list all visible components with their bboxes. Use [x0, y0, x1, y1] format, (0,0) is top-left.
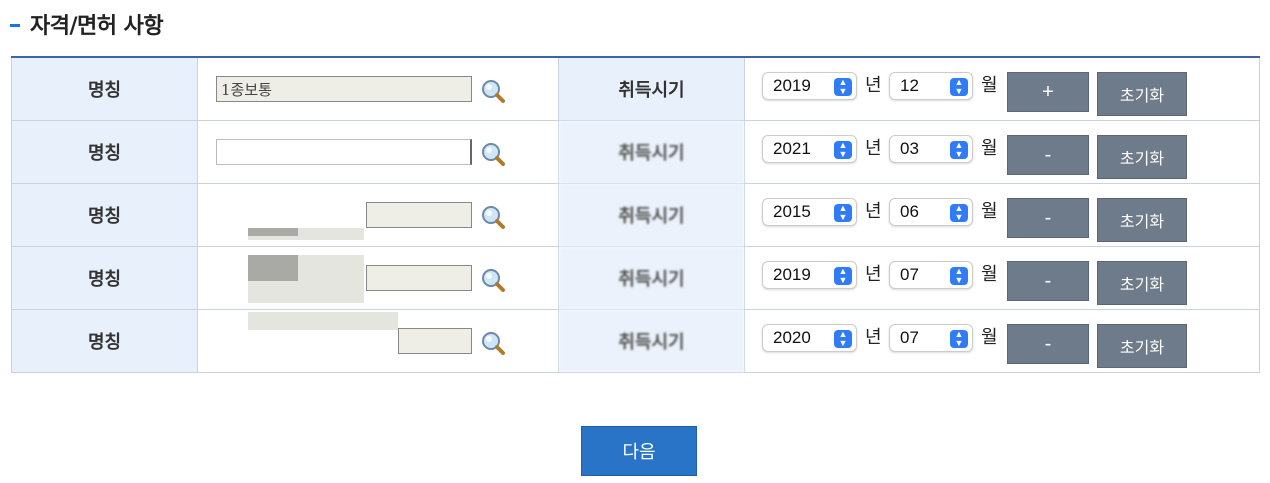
select-arrows-icon: ▲ ▼ [950, 78, 968, 96]
month-select[interactable]: 12 ▲ ▼ [889, 72, 973, 100]
name-label: 명칭 [11, 309, 198, 373]
month-unit: 월 [981, 75, 998, 96]
year-value: 2020 [773, 328, 811, 347]
month-value: 07 [900, 265, 919, 284]
month-unit: 월 [981, 201, 998, 222]
remove-row-button[interactable]: - [1007, 198, 1089, 238]
name-cell [197, 56, 559, 121]
date-label: 취득시기 [558, 56, 745, 121]
search-icon[interactable] [480, 204, 506, 230]
name-input[interactable] [366, 265, 472, 291]
remove-row-button[interactable]: - [1007, 324, 1089, 364]
year-value: 2021 [773, 139, 811, 158]
section-header: 자격/면허 사항 [10, 8, 164, 40]
table-row: 명칭 취득시기 2019 ▲▼ 년 12 ▲▼ 월 [11, 56, 1260, 121]
reset-button[interactable]: 초기화 [1097, 72, 1187, 116]
month-select[interactable]: 06 ▲ ▼ [889, 198, 973, 226]
name-cell [197, 246, 559, 310]
date-cell: 2015 ▲ ▼ 년 06 ▲ ▼ 월 - 초기화 [744, 183, 1260, 247]
remove-row-button[interactable]: - [1007, 261, 1089, 301]
year-unit: 년 [865, 201, 882, 222]
table-row: 명칭 취득시기 2020 ▲ ▼ 년 07 ▲ ▼ 월 - 초기화 [11, 309, 1260, 373]
reset-button[interactable]: 초기화 [1097, 261, 1187, 305]
date-cell: 2021 ▲ ▼ 년 03 ▲ ▼ 월 - 초기화 [744, 120, 1260, 184]
reset-button[interactable]: 초기화 [1097, 135, 1187, 179]
name-input[interactable] [366, 202, 472, 228]
add-row-button[interactable]: + [1007, 72, 1089, 112]
name-input[interactable] [216, 76, 472, 102]
name-cell [197, 183, 559, 247]
name-label: 명칭 [11, 56, 198, 121]
search-icon[interactable] [480, 267, 506, 293]
redacted-block [248, 255, 298, 281]
select-arrows-icon: ▲ ▼ [834, 267, 852, 285]
year-unit: 년 [865, 138, 882, 159]
month-select[interactable]: 03 ▲ ▼ [889, 135, 973, 163]
month-unit: 월 [981, 327, 998, 348]
month-value: 03 [900, 139, 919, 158]
name-cell [197, 120, 559, 184]
year-unit: 년 [865, 75, 882, 96]
search-icon[interactable] [480, 330, 506, 356]
select-arrows-icon: ▲ ▼ [834, 141, 852, 159]
year-unit: 년 [865, 327, 882, 348]
section-title: 자격/면허 사항 [30, 14, 164, 39]
name-label: 명칭 [11, 183, 198, 247]
year-value: 2015 [773, 202, 811, 221]
year-select[interactable]: 2019 ▲ ▼ [762, 261, 857, 289]
year-select[interactable]: 2020 ▲ ▼ [762, 324, 857, 352]
select-arrows-icon: ▲ ▼ [950, 330, 968, 348]
name-cell [197, 309, 559, 373]
date-label: 취득시기 [558, 183, 745, 247]
table-row: 명칭 취득시기 2015 ▲ ▼ 년 06 ▲ ▼ 월 - 초기화 [11, 183, 1260, 247]
select-arrows-icon: ▲ ▼ [834, 78, 852, 96]
search-icon[interactable] [480, 141, 506, 167]
month-unit: 월 [981, 264, 998, 285]
year-unit: 년 [865, 264, 882, 285]
year-select[interactable]: 2019 ▲ ▼ [762, 72, 857, 100]
date-cell: 2019 ▲ ▼ 년 12 ▲ ▼ 월 + 초기화 [744, 56, 1260, 121]
redacted-block [248, 312, 398, 330]
select-arrows-icon: ▲ ▼ [950, 267, 968, 285]
date-cell: 2019 ▲ ▼ 년 07 ▲ ▼ 월 - 초기화 [744, 246, 1260, 310]
year-select[interactable]: 2015 ▲ ▼ [762, 198, 857, 226]
remove-row-button[interactable]: - [1007, 135, 1089, 175]
redacted-block [248, 228, 298, 236]
reset-button[interactable]: 초기화 [1097, 324, 1187, 368]
reset-button[interactable]: 초기화 [1097, 198, 1187, 242]
select-arrows-icon: ▲ ▼ [950, 141, 968, 159]
select-arrows-icon: ▲ ▼ [834, 330, 852, 348]
date-label: 취득시기 [558, 309, 745, 373]
month-value: 06 [900, 202, 919, 221]
title-dash-icon [10, 23, 20, 27]
month-select[interactable]: 07 ▲ ▼ [889, 324, 973, 352]
month-value: 07 [900, 328, 919, 347]
date-cell: 2020 ▲ ▼ 년 07 ▲ ▼ 월 - 초기화 [744, 309, 1260, 373]
name-label: 명칭 [11, 246, 198, 310]
table-row: 명칭 취득시기 2019 ▲ ▼ 년 07 ▲ ▼ 월 - 초기화 [11, 246, 1260, 310]
name-label: 명칭 [11, 120, 198, 184]
search-icon[interactable] [480, 78, 506, 104]
month-value: 12 [900, 76, 919, 95]
date-label: 취득시기 [558, 246, 745, 310]
year-value: 2019 [773, 265, 811, 284]
license-table: 명칭 취득시기 2019 ▲▼ 년 12 ▲▼ 월 [11, 56, 1260, 373]
year-value: 2019 [773, 76, 811, 95]
month-select[interactable]: 07 ▲ ▼ [889, 261, 973, 289]
name-input[interactable] [398, 328, 472, 354]
month-unit: 월 [981, 138, 998, 159]
name-input[interactable] [216, 139, 472, 165]
date-label: 취득시기 [558, 120, 745, 184]
select-arrows-icon: ▲ ▼ [834, 204, 852, 222]
next-button[interactable]: 다음 [581, 426, 697, 476]
year-select[interactable]: 2021 ▲ ▼ [762, 135, 857, 163]
select-arrows-icon: ▲ ▼ [950, 204, 968, 222]
table-row: 명칭 취득시기 2021 ▲ ▼ 년 03 ▲ ▼ 월 - 초기화 [11, 120, 1260, 184]
